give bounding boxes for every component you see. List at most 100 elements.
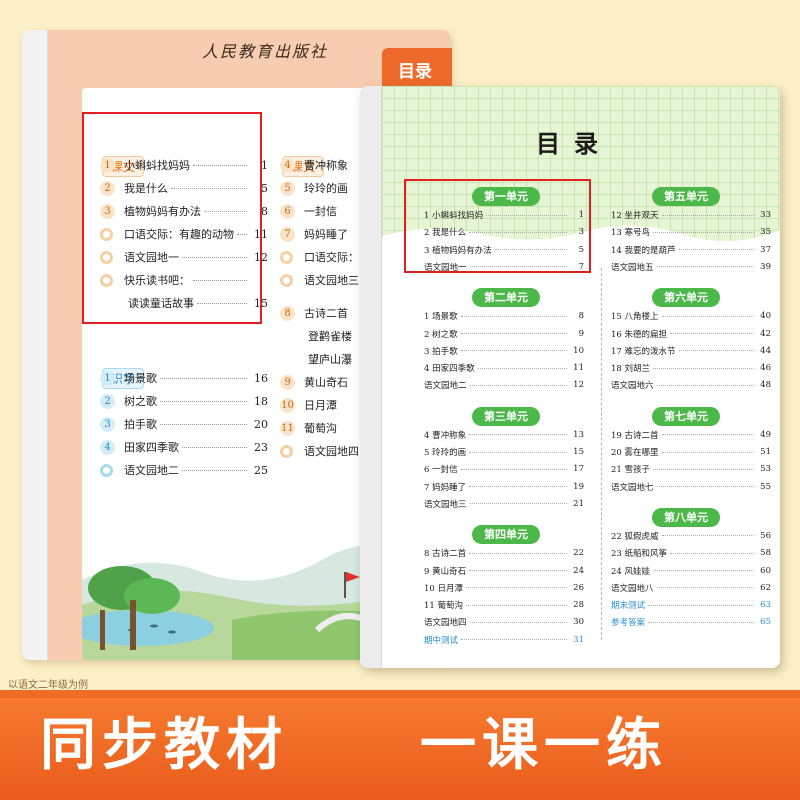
toc-item: 20 雾在哪里 51 (611, 446, 771, 458)
dot-leader (661, 451, 754, 453)
highlight-box-workbook (404, 179, 591, 273)
unit-badge: 第八单元 (652, 507, 720, 527)
toc-title: 23 纸船和风筝 (611, 549, 668, 560)
toc-item: 15 八角楼上 40 (611, 310, 771, 322)
dot-leader (648, 621, 754, 623)
toc-item: 4 田家四季歌 23 (100, 439, 268, 455)
slogan-right: 一课一练 (420, 713, 668, 778)
lesson-number: 10 (280, 397, 295, 413)
toc-item: 14 我要的是葫芦 37 (611, 244, 771, 256)
dot-leader (469, 451, 567, 453)
slogan-left: 同步教材 (40, 713, 288, 778)
page-number: 48 (760, 380, 771, 391)
toc-title: 场景歌 (124, 372, 157, 385)
page-number: 31 (573, 634, 584, 645)
dot-leader (648, 604, 754, 606)
dot-leader (656, 384, 754, 386)
toc-title: 拍手歌 (124, 418, 157, 431)
toc-title: 17 难忘的泼水节 (611, 346, 676, 357)
lesson-number: 9 (280, 374, 295, 390)
flower-icon (280, 250, 293, 264)
toc-title: 语文园地四 (304, 445, 359, 458)
toc-title: 望庐山瀑 (308, 353, 352, 366)
page-number: 30 (573, 617, 584, 628)
page-number: 21 (573, 498, 584, 509)
dot-leader (670, 552, 754, 554)
dot-leader (661, 434, 754, 436)
toc-item: 5 玲玲的画 15 (424, 446, 584, 458)
lesson-number: 11 (280, 420, 295, 436)
flower-icon (280, 273, 293, 287)
page-number: 19 (573, 481, 584, 492)
toc-item: 语文园地四 30 (424, 616, 584, 628)
dot-leader (160, 423, 247, 425)
toc-item: 语文园地六 48 (611, 379, 771, 391)
toc-item: 语文园地七 55 (611, 481, 771, 493)
toc-title: 2 树之歌 (424, 329, 458, 340)
toc-title: 参考答案 (611, 618, 646, 629)
page-number: 28 (573, 600, 584, 611)
toc-item: 8 古诗二首 22 (424, 547, 584, 559)
dot-leader (460, 468, 567, 470)
toc-title: 语文园地四 (424, 618, 467, 629)
toc-title: 8 古诗二首 (424, 549, 467, 560)
lesson-number: 4 (280, 157, 295, 173)
dot-leader (653, 570, 754, 571)
workbook: 目录 (360, 86, 780, 668)
book-spine (360, 86, 382, 668)
toc-title: 田家四季歌 (124, 441, 179, 454)
toc-title: 黄山奇石 (304, 376, 348, 389)
page-number: 12 (573, 380, 584, 391)
page-number: 17 (573, 464, 584, 475)
page-number: 39 (760, 261, 771, 272)
toc-item: 22 狐假虎威 56 (611, 530, 771, 542)
page-number: 42 (760, 328, 771, 339)
toc-item: 1 场景歌 16 (100, 370, 268, 386)
toc-item: 17 难忘的泼水节 44 (611, 345, 771, 357)
toc-tab: 目录 (382, 48, 452, 90)
toc-item: 3 拍手歌 20 (100, 416, 268, 432)
lesson-number: 2 (100, 393, 115, 409)
dot-leader (460, 350, 567, 352)
lesson-number: 7 (280, 226, 295, 242)
unit-badge: 第四单元 (472, 525, 540, 545)
toc-title: 语文园地五 (611, 262, 654, 273)
dot-leader (469, 570, 567, 571)
toc-title: 22 狐假虎威 (611, 531, 659, 542)
publisher-logo: 人民教育出版社 (202, 42, 329, 61)
page-number: 44 (760, 345, 771, 356)
toc-title: 15 八角楼上 (611, 312, 659, 323)
dot-leader (656, 266, 754, 268)
page-number: 63 (760, 600, 771, 611)
toc-title: 妈妈睡了 (304, 228, 348, 241)
toc-item: 3 拍手歌 10 (424, 345, 584, 357)
toc-title: 登鹳雀楼 (308, 330, 352, 343)
toc-title: 6 一封信 (424, 465, 458, 476)
lesson-number: 1 (100, 370, 115, 386)
highlight-box-textbook (82, 112, 262, 324)
dot-leader (661, 214, 754, 216)
dot-leader (653, 468, 754, 470)
page-number: 15 (573, 447, 584, 457)
toc-item: 1 场景歌 8 (424, 310, 584, 322)
toc-title: 11 葡萄沟 (424, 601, 464, 612)
book-spine (22, 30, 48, 660)
page-number: 40 (760, 311, 771, 322)
page-number: 22 (573, 548, 584, 559)
toc-title: 18 刘胡兰 (611, 364, 651, 375)
page-number: 8 (578, 311, 584, 322)
product-image: 人民教育出版社 课文 1 小蝌蚪找妈妈 1 2 我是什么 5 3 植物妈妈有办法 8 口语交际：有趣… (0, 0, 800, 800)
dot-leader (466, 587, 567, 589)
page-number: 58 (760, 548, 771, 559)
page-number: 9 (578, 328, 584, 339)
unit-badge: 第六单元 (652, 288, 720, 308)
unit-badge: 第二单元 (472, 288, 540, 308)
dot-leader (469, 552, 567, 554)
toc-item: 语文园地三 21 (424, 498, 584, 510)
toc-item: 4 曹冲称象 13 (424, 429, 584, 441)
flower-icon (280, 444, 293, 458)
toc-title: 19 古诗二首 (611, 430, 659, 441)
unit-badge: 第七单元 (652, 406, 720, 426)
toc-title: 14 我要的是葫芦 (611, 245, 676, 256)
toc-item: 6 一封信 17 (424, 463, 584, 475)
